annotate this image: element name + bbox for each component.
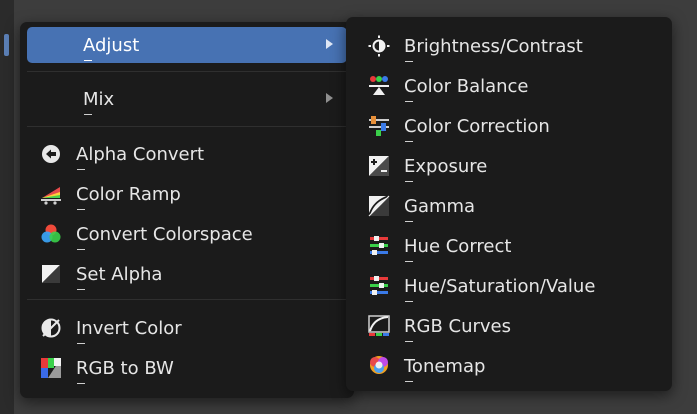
menu-item-label: Exposure <box>404 155 488 182</box>
menu-item-mix[interactable]: Mix <box>27 81 347 117</box>
hue-saturation-value-icon <box>368 275 390 297</box>
color-balance-icon <box>368 75 390 97</box>
rgb-to-bw-icon <box>40 357 62 379</box>
alpha-convert-icon <box>40 143 62 165</box>
menu-item-label: Color Ramp <box>76 183 181 210</box>
menu-item-color-balance[interactable]: Color Balance <box>354 68 664 104</box>
menu-item-label: RGB to BW <box>76 357 174 384</box>
menu-item-rgb-curves[interactable]: RGB Curves <box>354 308 664 344</box>
chevron-right-icon <box>326 39 333 49</box>
menu-item-label: Color Balance <box>404 75 529 102</box>
menu-item-label: Color Correction <box>404 115 550 142</box>
menu-item-label: RGB Curves <box>404 315 512 342</box>
editor-backdrop <box>0 0 14 414</box>
menu-item-invert-color[interactable]: Invert Color <box>27 310 347 346</box>
menu-separator <box>27 71 347 72</box>
hue-correct-icon <box>368 235 390 257</box>
menu-item-convert-colorspace[interactable]: Convert Colorspace <box>27 216 347 252</box>
menu-item-label: Hue/Saturation/Value <box>404 275 596 302</box>
menu-item-alpha-convert[interactable]: Alpha Convert <box>27 136 347 172</box>
menu-item-tonemap[interactable]: Tonemap <box>354 348 664 384</box>
color-correction-icon <box>368 115 390 137</box>
brightness-contrast-icon <box>368 35 390 57</box>
invert-color-icon <box>40 317 62 339</box>
menu-item-brightness-contrast[interactable]: Brightness/Contrast <box>354 28 664 64</box>
menu-item-label: Brightness/Contrast <box>404 35 583 62</box>
menu-item-adjust[interactable]: Adjust <box>27 27 347 63</box>
tonemap-icon <box>368 355 390 377</box>
adjust-submenu: Brightness/Contrast Color Balance Color … <box>346 17 672 391</box>
menu-item-color-correction[interactable]: Color Correction <box>354 108 664 144</box>
menu-item-label: Invert Color <box>76 317 182 344</box>
menu-item-label: Adjust <box>83 34 140 61</box>
menu-item-hue-correct[interactable]: Hue Correct <box>354 228 664 264</box>
menu-item-exposure[interactable]: Exposure <box>354 148 664 184</box>
menu-separator <box>27 299 347 300</box>
menu-item-label: Tonemap <box>404 355 486 382</box>
set-alpha-icon <box>40 263 62 285</box>
convert-colorspace-icon <box>40 223 62 245</box>
exposure-icon <box>368 155 390 177</box>
menu-item-label: Mix <box>83 88 115 115</box>
menu-item-gamma[interactable]: Gamma <box>354 188 664 224</box>
menu-item-color-ramp[interactable]: Color Ramp <box>27 176 347 212</box>
menu-item-rgb-to-bw[interactable]: RGB to BW <box>27 350 347 386</box>
backdrop-highlight <box>4 34 9 56</box>
rgb-curves-icon <box>368 315 390 337</box>
color-ramp-icon <box>40 183 62 205</box>
menu-item-hue-saturation-value[interactable]: Hue/Saturation/Value <box>354 268 664 304</box>
chevron-right-icon <box>326 93 333 103</box>
menu-item-label: Hue Correct <box>404 235 512 262</box>
gamma-icon <box>368 195 390 217</box>
menu-item-label: Alpha Convert <box>76 143 205 170</box>
menu-separator <box>27 126 347 127</box>
menu-item-label: Gamma <box>404 195 476 222</box>
menu-item-label: Set Alpha <box>76 263 163 290</box>
add-color-menu: Adjust Mix Alpha Convert Color Ramp Conv… <box>20 22 354 398</box>
menu-item-label: Convert Colorspace <box>76 223 253 250</box>
menu-item-set-alpha[interactable]: Set Alpha <box>27 256 347 292</box>
